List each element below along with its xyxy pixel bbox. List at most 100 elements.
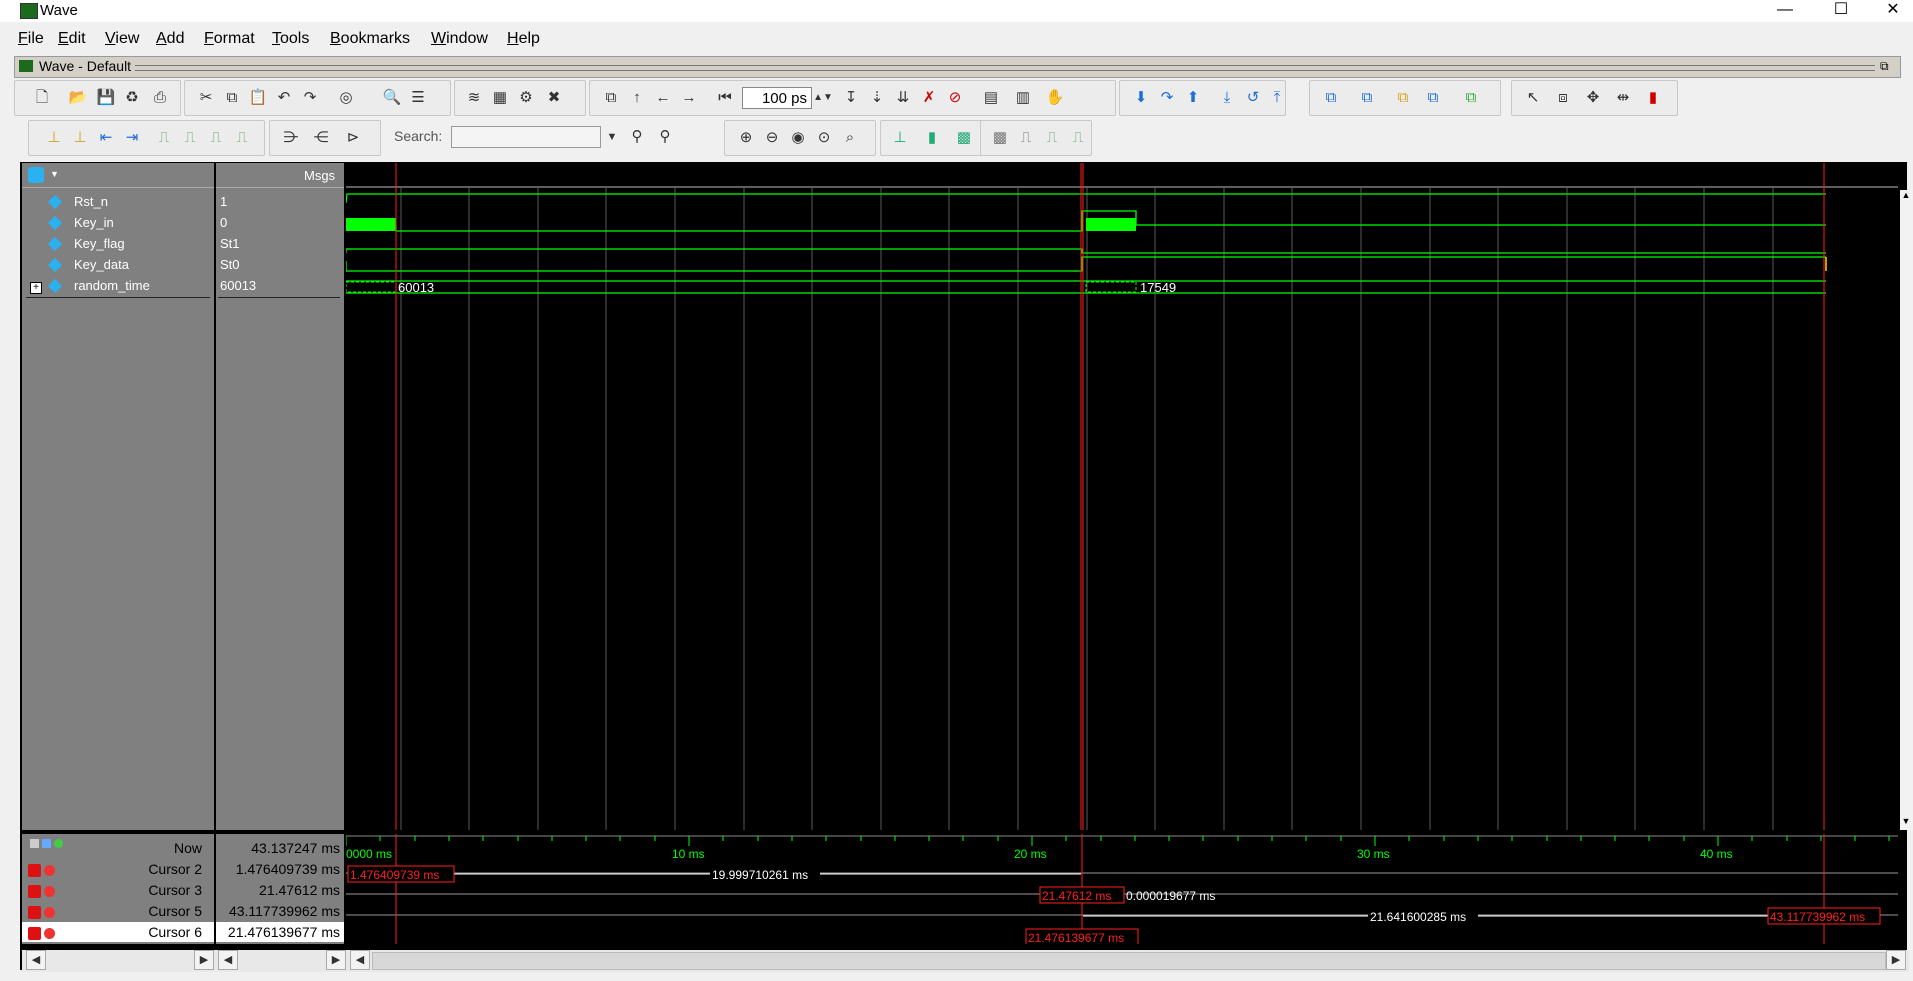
cursor-3-label[interactable]: Cursor 3 — [22, 882, 202, 898]
format-icon[interactable]: ≋ — [463, 87, 485, 109]
vertical-scrollbar[interactable]: ▲ ▼ — [1900, 190, 1913, 830]
step-back-icon[interactable]: ⤓ — [1216, 87, 1238, 109]
menu-file[interactable]: File — [18, 30, 44, 48]
wave-menu-arrow-icon[interactable]: ▼ — [50, 169, 59, 179]
falling-edge-icon[interactable]: ⊥ — [69, 127, 91, 149]
zoom-range-icon[interactable]: ⌕ — [839, 127, 861, 149]
stop-icon[interactable]: ⊘ — [944, 87, 966, 109]
signal-name-key-data[interactable]: Key_data — [74, 257, 129, 272]
delete-icon[interactable]: ✖ — [543, 87, 565, 109]
open-icon[interactable]: 📂 — [67, 87, 89, 109]
spin-icon[interactable]: ▲▼ — [812, 87, 834, 109]
break-icon[interactable]: ◎ — [335, 87, 357, 109]
add-cursor-icon[interactable]: ⋺ — [280, 127, 302, 149]
style2-icon[interactable]: ⎍ — [1015, 127, 1037, 149]
menu-help[interactable]: Help — [507, 30, 540, 48]
compile-icon[interactable]: ⧉ — [600, 87, 622, 109]
run-icon[interactable]: ↧ — [840, 87, 862, 109]
edge4-icon[interactable]: ⎍ — [231, 127, 253, 149]
expand-toggle[interactable]: + — [30, 282, 42, 294]
hand-icon[interactable]: ✋ — [1044, 87, 1066, 109]
zoom-cursor-icon[interactable]: ⊙ — [813, 127, 835, 149]
find-icon[interactable]: 🔍 — [381, 87, 403, 109]
waveform-area[interactable]: 60013 17549 — [346, 163, 1898, 830]
minimize-button[interactable]: — — [1762, 0, 1808, 22]
layout4-icon[interactable]: ⧉ — [1422, 87, 1444, 109]
signal-name-key-in[interactable]: Key_in — [74, 215, 114, 230]
view2-icon[interactable]: ▮ — [921, 127, 943, 149]
new-icon[interactable]: 🗋 — [31, 87, 53, 109]
edge2-icon[interactable]: ⎍ — [179, 127, 201, 149]
name-scroll-right-icon[interactable]: ▶ — [194, 950, 214, 970]
run-length-input[interactable]: 100 ps — [742, 87, 812, 109]
value-scroll-right-icon[interactable]: ▶ — [326, 950, 346, 970]
layout5-icon[interactable]: ⧉ — [1460, 87, 1482, 109]
step-out-icon[interactable]: ⬆ — [1182, 87, 1204, 109]
layout1-icon[interactable]: ⧉ — [1320, 87, 1342, 109]
value-scroll-left-icon[interactable]: ◀ — [218, 950, 238, 970]
style1-icon[interactable]: ▩ — [989, 127, 1011, 149]
table-icon[interactable]: ▦ — [489, 87, 511, 109]
undock-icon[interactable]: ⧉ — [1880, 59, 1889, 74]
menu-edit[interactable]: Edit — [58, 30, 86, 48]
zoom-out-icon[interactable]: ⊖ — [761, 127, 783, 149]
menu-bookmarks[interactable]: Bookmarks — [330, 30, 410, 48]
cut-icon[interactable]: ✂ — [195, 87, 217, 109]
arrow-up-icon[interactable]: ↑ — [626, 87, 648, 109]
layout3-icon[interactable]: ⧉ — [1392, 87, 1414, 109]
select-mode-icon[interactable]: ↖ — [1522, 87, 1544, 109]
copy-icon[interactable]: ⧉ — [221, 87, 243, 109]
collapse-icon[interactable]: ☰ — [407, 87, 429, 109]
paste-icon[interactable]: 📋 — [247, 87, 269, 109]
signal-name-rst-n[interactable]: Rst_n — [74, 194, 108, 209]
view3-icon[interactable]: ▩ — [953, 127, 975, 149]
step-over2-icon[interactable]: ↷ — [1156, 87, 1178, 109]
scroll-up-icon[interactable]: ▲ — [1900, 190, 1912, 200]
arrow-right-icon[interactable]: → — [678, 87, 700, 109]
signal-name-key-flag[interactable]: Key_flag — [74, 236, 125, 251]
search-prev-icon[interactable]: ⚲ — [626, 126, 648, 148]
rising-edge-icon[interactable]: ⊥ — [43, 127, 65, 149]
edge3-icon[interactable]: ⎍ — [205, 127, 227, 149]
edit-mode-icon[interactable]: ⇹ — [1612, 87, 1634, 109]
step-out-back-icon[interactable]: ⤒ — [1266, 87, 1288, 109]
next-edge-icon[interactable]: ⇥ — [121, 127, 143, 149]
reload-icon[interactable]: ♻ — [121, 87, 143, 109]
remove-cursor-icon[interactable]: ⋲ — [310, 127, 332, 149]
wave-scroll-left-icon[interactable]: ◀ — [350, 950, 370, 970]
search-dropdown-icon[interactable]: ▼ — [601, 126, 623, 148]
cursor-5-label[interactable]: Cursor 5 — [22, 903, 202, 919]
dataflow-icon[interactable]: ⚙ — [515, 87, 537, 109]
break-run-icon[interactable]: ✗ — [918, 87, 940, 109]
style3-icon[interactable]: ⎍ — [1041, 127, 1063, 149]
search-input[interactable] — [451, 126, 601, 148]
wave-menu-icon[interactable] — [28, 167, 44, 183]
step-into-icon[interactable]: ⬇ — [1130, 87, 1152, 109]
search-next-icon[interactable]: ⚲ — [654, 126, 676, 148]
cursor-timeline-svg[interactable]: 0000 ms 10 ms 20 ms 30 ms 40 ms 1.476409… — [346, 834, 1898, 944]
style4-icon[interactable]: ⎍ — [1067, 127, 1089, 149]
menu-tools[interactable]: Tools — [272, 30, 309, 48]
redo-icon[interactable]: ↷ — [299, 87, 321, 109]
name-scroll-left-icon[interactable]: ◀ — [26, 950, 46, 970]
cursor-2-label[interactable]: Cursor 2 — [22, 861, 202, 877]
pan-mode-icon[interactable]: ✥ — [1582, 87, 1604, 109]
zoom-full-icon[interactable]: ◉ — [787, 127, 809, 149]
view1-icon[interactable]: ⊥ — [889, 127, 911, 149]
cursor-6-label[interactable]: Cursor 6 — [22, 924, 202, 940]
wave-scroll-right-icon[interactable]: ▶ — [1886, 950, 1906, 970]
stoplight-icon[interactable]: ▮ — [1642, 87, 1664, 109]
restart-icon[interactable]: ⏮ — [714, 87, 736, 109]
print-icon[interactable]: ⎙ — [149, 87, 171, 109]
close-button[interactable]: ✕ — [1870, 0, 1913, 22]
wave-scroll-thumb[interactable] — [372, 952, 1886, 970]
run-all-icon[interactable]: ⇊ — [892, 87, 914, 109]
layout2-icon[interactable]: ⧉ — [1356, 87, 1378, 109]
menu-add[interactable]: Add — [156, 30, 184, 48]
undo-icon[interactable]: ↶ — [273, 87, 295, 109]
zoom-in-icon[interactable]: ⊕ — [735, 127, 757, 149]
save-icon[interactable]: 💾 — [95, 87, 117, 109]
menu-format[interactable]: Format — [204, 30, 255, 48]
zoom-mode-icon[interactable]: ⧈ — [1552, 87, 1574, 109]
scroll-down-icon[interactable]: ▼ — [1900, 816, 1912, 826]
